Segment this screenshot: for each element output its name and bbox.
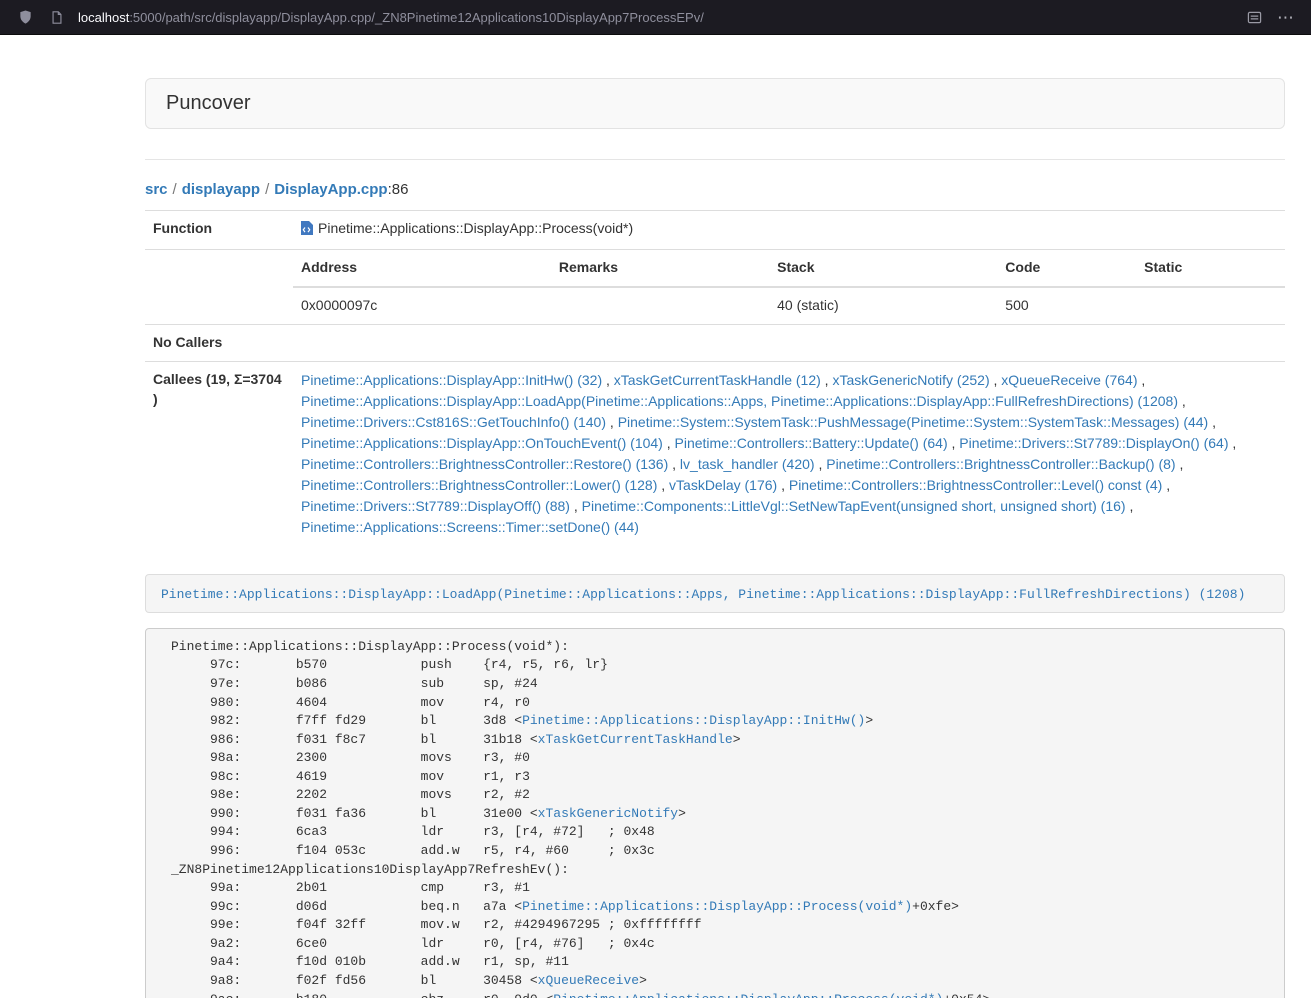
callee-link[interactable]: Pinetime::System::SystemTask::PushMessag… [618,414,1209,430]
table-row: Function Pinetime::Applications::Display… [145,211,1285,250]
callee-separator: , [1137,372,1145,388]
breadcrumb-link-displayapp[interactable]: displayapp [182,181,260,198]
column-header-stack: Stack [769,250,997,287]
code-symbol-link[interactable]: Pinetime::Applications::DisplayApp::Proc… [522,899,912,914]
table-row: Address Remarks Stack Code Static [293,250,1285,287]
callee-link[interactable]: Pinetime::Controllers::Battery::Update()… [675,435,948,451]
callee-link[interactable]: Pinetime::Applications::Screens::Timer::… [301,519,639,535]
table-row: Address Remarks Stack Code Static 0x0000… [145,249,1285,324]
page-proxy-icon[interactable] [44,4,70,30]
callee-separator: , [1126,498,1134,514]
callee-separator: , [990,372,1002,388]
code-cell: 500 [997,287,1136,324]
breadcrumb: src / displayapp / DisplayApp.cpp:86 [145,181,1285,198]
code-symbol-link[interactable]: Pinetime::Applications::DisplayApp::Init… [522,713,865,728]
callee-link[interactable]: Pinetime::Applications::DisplayApp::OnTo… [301,435,663,451]
callee-detail-panel: Pinetime::Applications::DisplayApp::Load… [145,574,1285,613]
callees-label: Callees (19, Σ=3704 ) [145,361,293,545]
callee-link[interactable]: Pinetime::Drivers::St7789::DisplayOn() (… [959,435,1228,451]
callee-separator: , [777,477,789,493]
callee-link[interactable]: Pinetime::Applications::DisplayApp::Load… [301,393,1178,409]
app-title: Puncover [166,92,1264,115]
table-row: No Callers [145,324,1285,361]
remarks-cell [551,287,769,324]
url-path: :5000/path/src/displayapp/DisplayApp.cpp… [129,10,704,25]
callee-link[interactable]: Pinetime::Controllers::BrightnessControl… [789,477,1162,493]
reader-view-icon-glyph [1247,10,1262,25]
breadcrumb-separator: / [173,181,177,198]
callee-separator: , [1162,477,1170,493]
callee-link[interactable]: Pinetime::Applications::DisplayApp::Init… [301,372,602,388]
no-callers-cell [293,324,1285,361]
column-header-address: Address [293,250,551,287]
callee-link[interactable]: Pinetime::Drivers::Cst816S::GetTouchInfo… [301,414,606,430]
callee-separator: , [948,435,960,451]
callee-link[interactable]: lv_task_handler (420) [680,456,815,472]
address-cell: 0x0000097c [293,287,551,324]
menu-dots-icon[interactable]: ⋯ [1273,4,1299,30]
url-bar[interactable]: localhost:5000/path/src/displayapp/Displ… [78,10,1241,25]
function-symbol-icon [301,221,313,241]
callee-link[interactable]: Pinetime::Controllers::BrightnessControl… [301,456,668,472]
reader-view-icon[interactable] [1241,4,1267,30]
callee-link[interactable]: vTaskDelay (176) [669,477,777,493]
page-content: Puncover src / displayapp / DisplayApp.cpp:8… [145,78,1285,998]
content-divider [145,159,1285,160]
function-table: Function Pinetime::Applications::Display… [145,210,1285,546]
callee-separator: , [602,372,614,388]
callee-link[interactable]: Pinetime::Drivers::St7789::DisplayOff() … [301,498,570,514]
function-label: Function [145,211,293,250]
callee-separator: , [663,435,675,451]
shield-icon[interactable] [12,4,38,30]
callee-separator: , [657,477,669,493]
column-header-code: Code [997,250,1136,287]
url-host: localhost [78,10,129,25]
callee-separator: , [815,456,827,472]
callee-separator: , [570,498,582,514]
static-cell [1136,287,1285,324]
callee-separator: , [821,372,833,388]
callee-separator: , [668,456,680,472]
browser-chrome: localhost:5000/path/src/displayapp/Displ… [0,0,1311,35]
code-symbol-link[interactable]: xTaskGetCurrentTaskHandle [538,732,733,747]
breadcrumb-link-src[interactable]: src [145,181,168,198]
code-symbol-link[interactable]: Pinetime::Applications::DisplayApp::Proc… [553,992,943,998]
callee-separator: , [1176,456,1184,472]
no-callers-label: No Callers [145,324,293,361]
breadcrumb-separator: / [265,181,269,198]
callee-link[interactable]: xTaskGenericNotify (252) [832,372,989,388]
metrics-cell: Address Remarks Stack Code Static 0x0000… [293,249,1285,324]
breadcrumb-line-number: :86 [388,181,409,198]
metrics-table: Address Remarks Stack Code Static 0x0000… [293,250,1285,324]
column-header-static: Static [1136,250,1285,287]
code-symbol-link[interactable]: xTaskGenericNotify [538,806,678,821]
callee-separator: , [1208,414,1216,430]
callee-link[interactable]: Pinetime::Components::LittleVgl::SetNewT… [582,498,1126,514]
stack-cell: 40 (static) [769,287,997,324]
callee-link[interactable]: xQueueReceive (764) [1001,372,1137,388]
table-row: Callees (19, Σ=3704 ) Pinetime::Applicat… [145,361,1285,545]
callees-list: Pinetime::Applications::DisplayApp::Init… [293,361,1285,545]
page-proxy-icon-glyph [50,10,64,25]
code-symbol-link[interactable]: xQueueReceive [538,973,639,988]
page-header: Puncover [145,78,1285,129]
callee-link[interactable]: xTaskGetCurrentTaskHandle (12) [614,372,821,388]
callee-link[interactable]: Pinetime::Controllers::BrightnessControl… [301,477,657,493]
panel-heading-link[interactable]: Pinetime::Applications::DisplayApp::Load… [161,587,1245,602]
callee-separator: , [1178,393,1186,409]
column-header-remarks: Remarks [551,250,769,287]
table-row: 0x0000097c 40 (static) 500 [293,287,1285,324]
disassembly-block: Pinetime::Applications::DisplayApp::Proc… [145,628,1285,998]
function-name: Pinetime::Applications::DisplayApp::Proc… [318,220,633,236]
shield-icon-glyph [18,9,33,25]
callee-separator: , [606,414,618,430]
breadcrumb-link-file[interactable]: DisplayApp.cpp [274,181,387,198]
callee-link[interactable]: Pinetime::Controllers::BrightnessControl… [826,456,1175,472]
function-name-cell: Pinetime::Applications::DisplayApp::Proc… [293,211,1285,250]
callee-separator: , [1229,435,1237,451]
empty-cell [145,249,293,324]
